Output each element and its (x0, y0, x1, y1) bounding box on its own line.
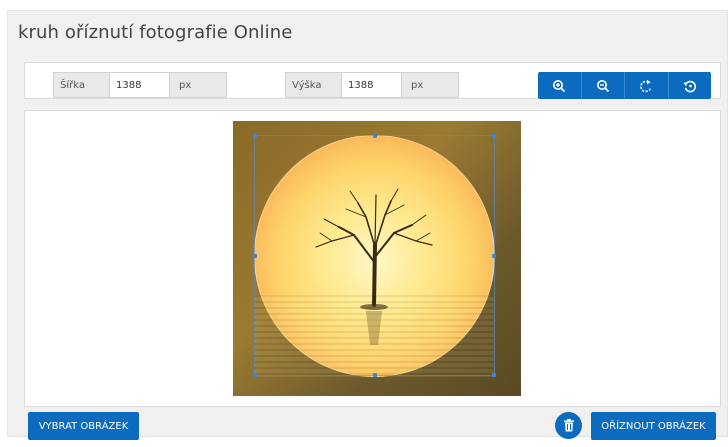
width-label: Šířka (53, 72, 110, 98)
rotate-icon (640, 79, 652, 92)
height-group: Výška 1388 px (285, 72, 459, 98)
reset-button[interactable] (669, 72, 712, 99)
width-input[interactable]: 1388 (110, 72, 169, 98)
tool-buttons (538, 72, 711, 99)
crop-handle[interactable] (253, 134, 257, 138)
zoom-out-icon (596, 79, 609, 92)
crop-handle[interactable] (373, 373, 377, 377)
select-image-button[interactable]: VYBRAT OBRÁZEK (28, 412, 139, 440)
height-label: Výška (285, 72, 342, 98)
toolbar: Šířka 1388 px Výška 1388 px (24, 62, 721, 99)
editor-panel: kruh oříznutí fotografie Online Šířka 13… (7, 10, 728, 440)
crop-handle[interactable] (253, 373, 257, 377)
zoom-in-button[interactable] (538, 72, 582, 99)
trash-icon (563, 419, 574, 432)
crop-handle[interactable] (253, 254, 257, 258)
delete-button[interactable] (555, 412, 582, 439)
reset-icon (683, 80, 696, 92)
zoom-in-icon (553, 79, 566, 92)
crop-selection-box[interactable] (253, 134, 496, 377)
width-unit: px (169, 72, 227, 98)
crop-canvas (24, 110, 721, 407)
zoom-out-button[interactable] (582, 72, 625, 99)
page-title: kruh oříznutí fotografie Online (18, 22, 293, 43)
rotate-button[interactable] (625, 72, 669, 99)
height-input[interactable]: 1388 (342, 72, 401, 98)
crop-handle[interactable] (373, 134, 377, 138)
crop-image-button[interactable]: OŘÍZNOUT OBRÁZEK (591, 412, 716, 440)
crop-handle[interactable] (492, 134, 496, 138)
crop-handle[interactable] (492, 373, 496, 377)
crop-handle[interactable] (492, 254, 496, 258)
photo-preview (233, 121, 521, 396)
width-group: Šířka 1388 px (53, 72, 227, 98)
height-unit: px (401, 72, 459, 98)
action-bar: VYBRAT OBRÁZEK OŘÍZNOUT OBRÁZEK (24, 408, 721, 447)
